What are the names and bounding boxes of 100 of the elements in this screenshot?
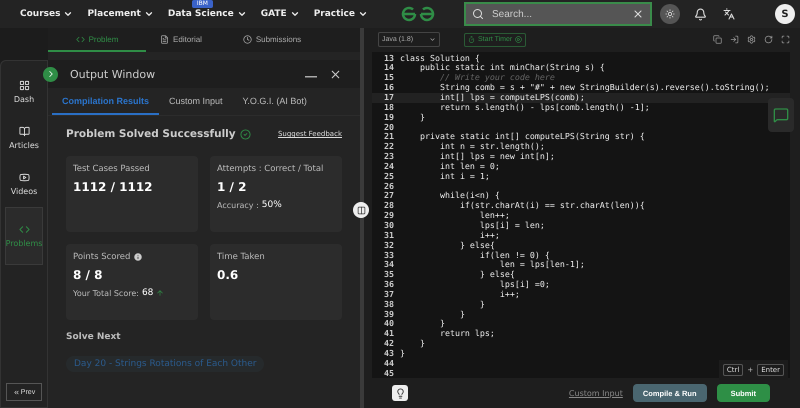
stat-value: 8 / 8 [73,268,104,282]
nav-menu-item[interactable]: GATE [260,9,300,19]
search-field[interactable]: Search... [464,2,652,26]
stat-value: 1 / 2 [217,180,248,194]
code-line: class Solution { [400,54,480,64]
chat-button[interactable] [768,98,794,132]
code-line: String comb = s + "#" + new StringBuilder(s).reverse().toString(); [438,83,770,93]
settings-icon[interactable] [747,35,756,44]
line-number: 42 [383,339,395,349]
line-number: 27 [383,191,395,202]
stat-value: 1112 / 1112 [73,180,154,194]
close-icon [632,8,644,20]
avatar[interactable]: S [775,4,795,24]
line-number: 32 [383,240,395,250]
code-line: lps[i] = len; [478,220,545,231]
code-line: } [400,348,405,359]
chevron-down-icon [290,9,300,19]
nav-menu-item[interactable]: Practice [314,9,368,19]
stat-label: Attempts : Correct / Total [217,164,324,174]
stat-label: Test Cases Passed [73,164,150,174]
line-number: 25 [383,172,395,182]
line-number: 29 [383,211,395,221]
hint-button[interactable] [392,385,408,402]
close-button[interactable] [329,68,342,80]
nav-menu-item[interactable]: Courses [20,9,74,19]
line-number: 30 [383,220,395,231]
line-number: 23 [383,152,395,162]
code-line: } [438,319,445,330]
split-icon [356,206,366,214]
custom-input-link[interactable]: Custom Input [568,388,623,398]
code-line: } [478,300,485,310]
fullscreen-icon[interactable] [781,35,790,44]
nav-menu-item[interactable]: Data Science [168,9,247,19]
code-line: if(len != 0) { [478,250,550,260]
line-number: 19 [383,112,395,123]
minimize-button[interactable] [305,76,317,78]
code-line: len++; [478,211,510,221]
line-number: 15 [383,73,395,84]
code-line: lps[i] =0; [498,280,550,290]
code-icon [76,34,85,44]
code-line: return s.length() - lps[comb.length() -1]; [438,102,650,113]
chat-icon [773,107,789,123]
line-number: 38 [383,300,395,310]
code-line: } else{ [458,240,495,250]
collapse-button[interactable] [43,66,58,82]
lightbulb-icon [394,388,406,399]
problem-tab[interactable]: Submissions [216,28,328,52]
stat-note-label: Your Total Score: [73,288,139,298]
sidebar-item[interactable]: Dash [5,69,43,115]
code-line: private static int[] computeLPS(String str) { [418,132,645,142]
code-line: public static int minChar(String s) { [418,63,605,74]
section-heading: Solve Next [66,332,122,342]
line-number: 20 [383,122,395,132]
sidebar-item[interactable]: Articles [5,115,43,161]
stat-label: Points Scored [73,252,130,262]
copy-icon[interactable] [713,35,722,44]
nav-menu-item[interactable]: Placement [87,9,154,19]
output-tab[interactable]: Y.O.G.I. (AI Bot) [232,88,317,115]
theme-toggle-button[interactable] [660,4,680,24]
problem-tab[interactable]: Problem [48,28,146,52]
notifications-button[interactable] [694,8,707,20]
line-number: 22 [383,142,395,152]
line-number: 18 [383,102,395,113]
reset-icon[interactable] [764,35,773,44]
code-icon [18,224,30,235]
line-number: 44 [383,358,395,369]
stat-note-label: Accuracy : [217,200,259,210]
translate-button[interactable] [723,8,735,20]
line-number: 26 [383,182,395,192]
code-line: } [418,339,425,349]
sidebar-item[interactable]: Videos [5,161,43,207]
search-input[interactable]: Search... [490,8,626,20]
code-line: int n = str.length(); [438,142,545,152]
chevron-down-icon [144,9,154,19]
code-line: } [458,310,465,320]
timer-icon [468,36,475,44]
line-number: 33 [383,250,395,260]
line-number: 34 [383,260,395,270]
problem-tab[interactable]: Editorial [146,28,216,52]
line-number: 17 [383,93,395,103]
sign-in-icon[interactable] [730,35,739,44]
stat-value: 0.6 [217,268,240,282]
line-number: 31 [383,230,395,241]
stat-note-value: 68 [142,288,154,298]
grid-icon [18,80,30,91]
output-window-title: Output Window [70,68,156,80]
line-number: 35 [383,270,395,280]
code-line: } [418,112,425,123]
code-line: int len = 0; [438,162,500,172]
line-number: 14 [383,63,395,74]
output-tab[interactable]: Custom Input [159,88,233,115]
line-number: 37 [383,290,395,300]
line-number: 16 [383,83,395,93]
logo-icon[interactable] [400,5,436,23]
line-number: 40 [383,319,395,330]
status-text: Problem Solved Successfully [66,128,236,140]
line-number: 45 [383,368,395,378]
line-number: 36 [383,280,395,290]
chevron-down-icon [63,9,74,19]
chevron-down-icon [236,9,247,19]
